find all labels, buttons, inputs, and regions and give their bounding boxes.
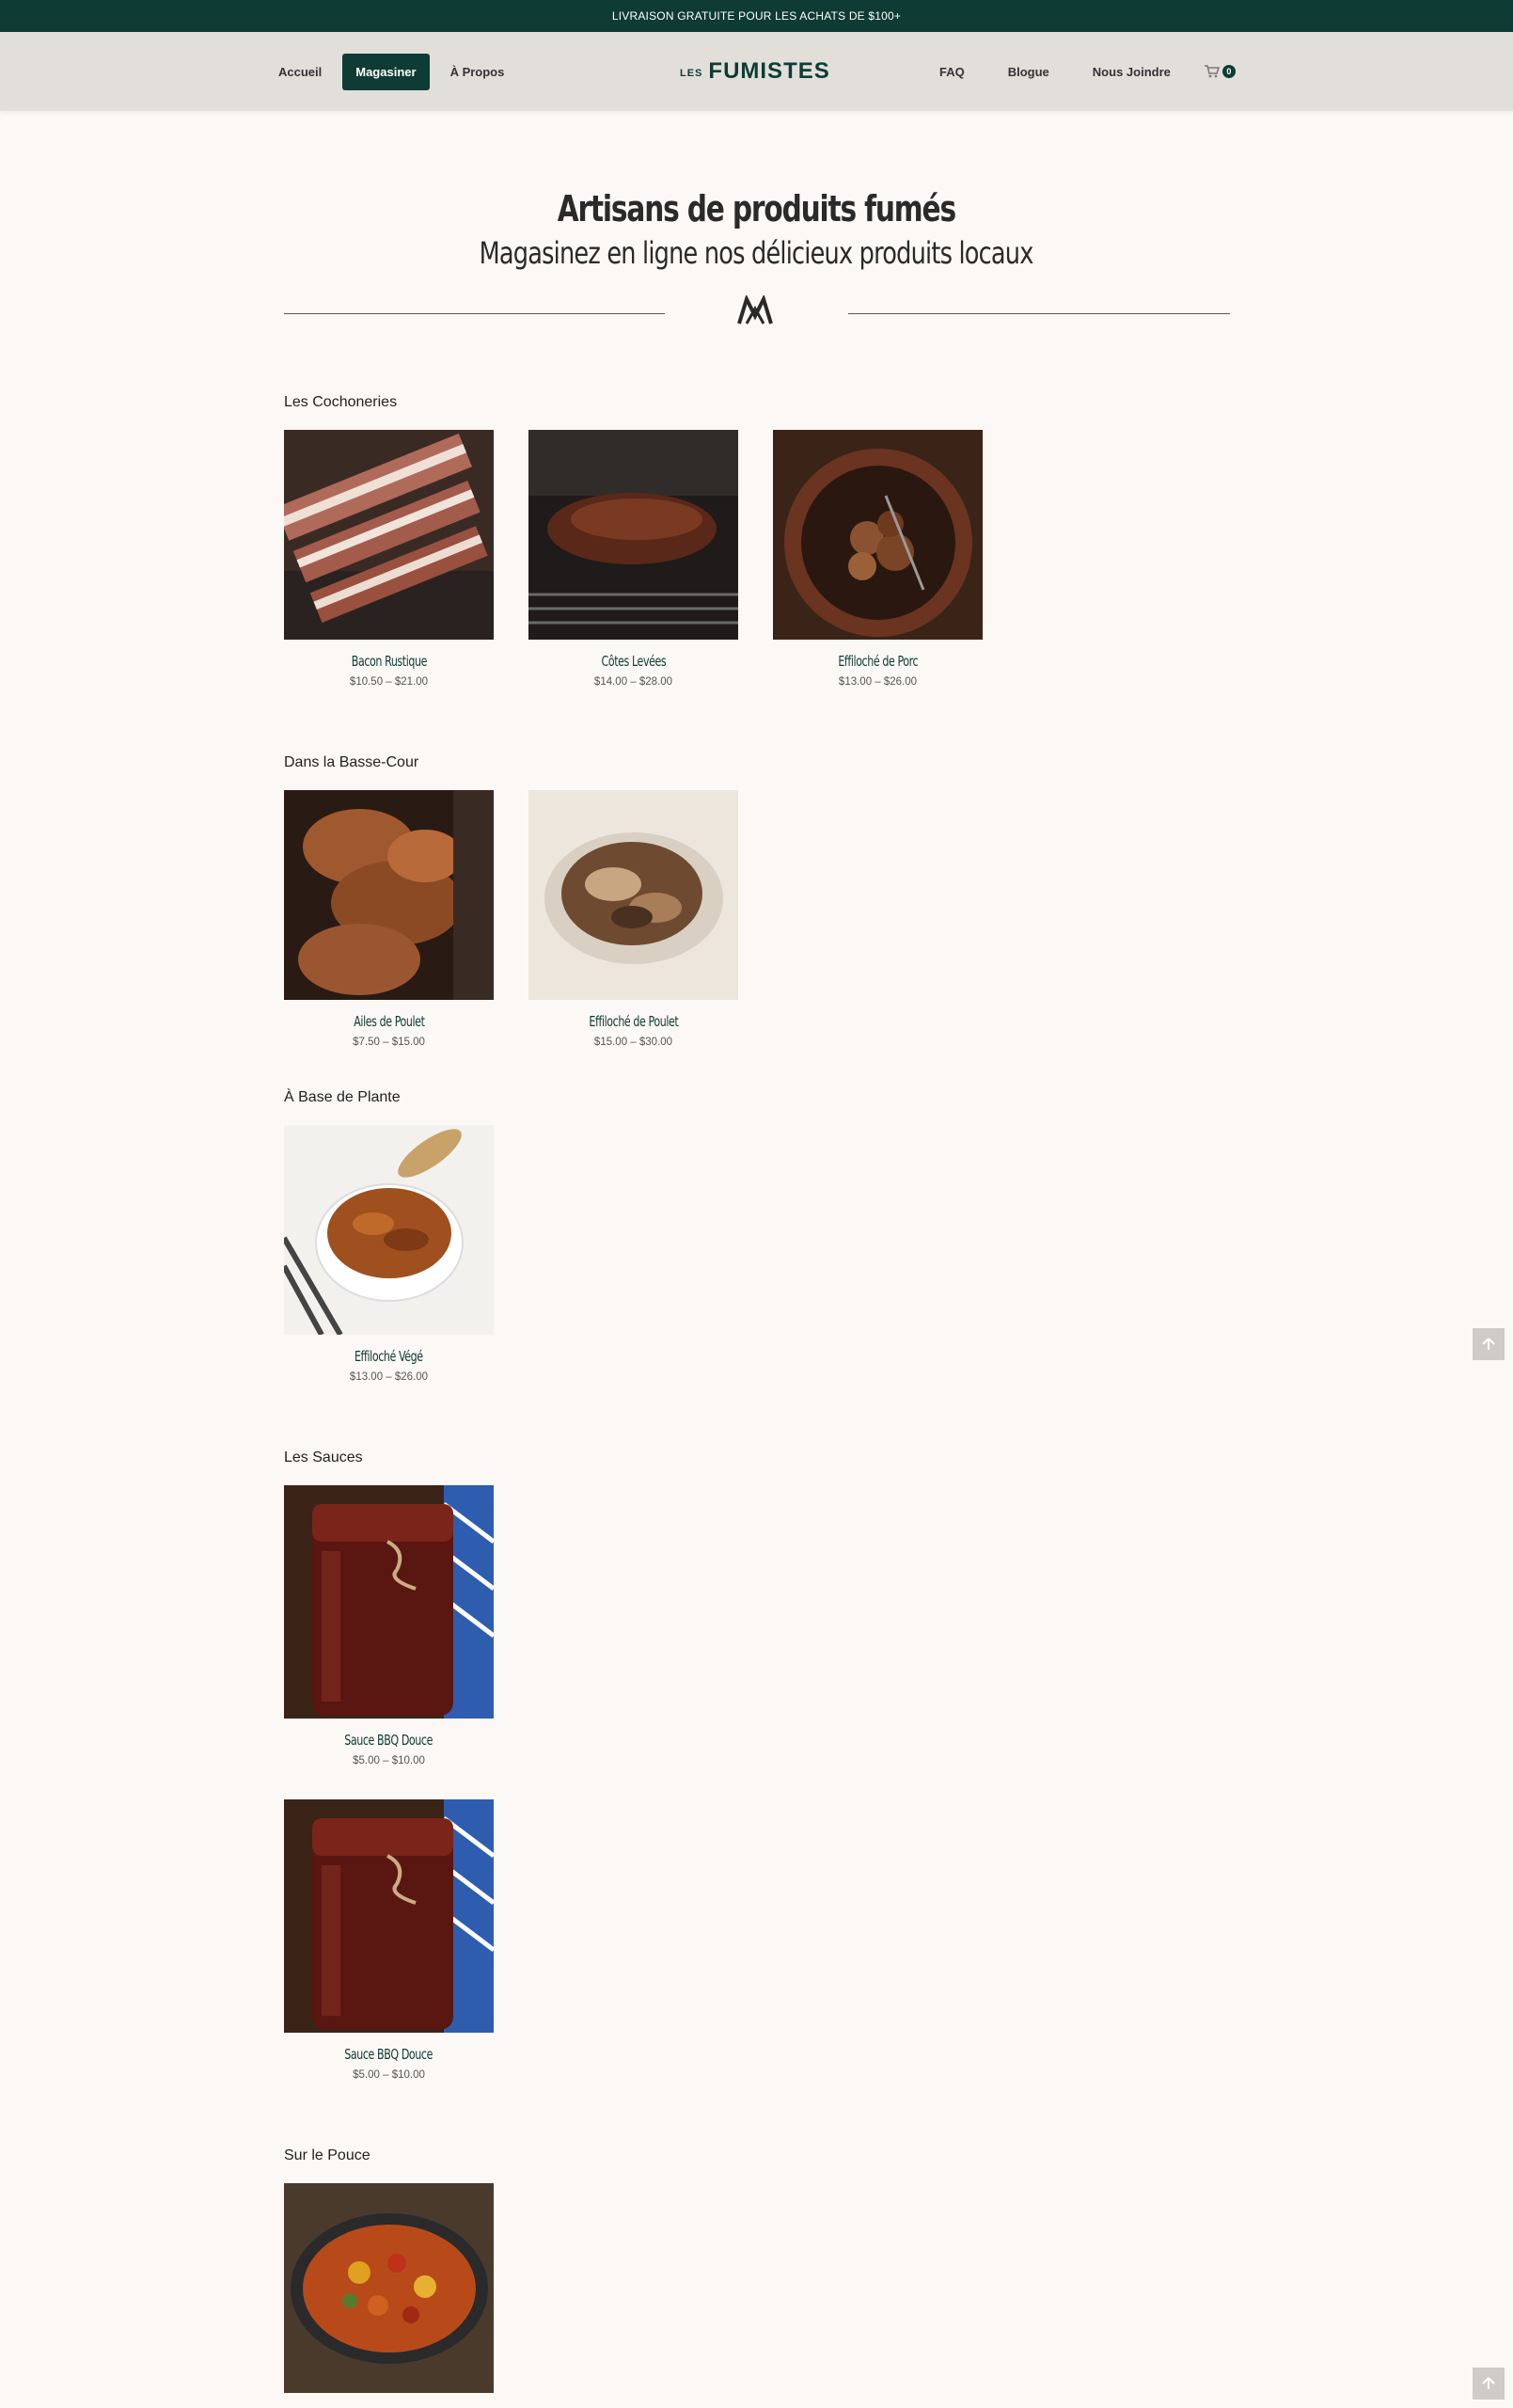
- product-price: $13.00 – $26.00: [838, 676, 918, 688]
- arrow-up-icon: [1482, 1338, 1495, 1350]
- product-card[interactable]: Sauce BBQ Douce $5.00 – $10.00: [284, 1799, 494, 2081]
- product-image[interactable]: [284, 1125, 494, 1335]
- product-price: $7.50 – $15.00: [353, 1037, 425, 1048]
- product-card[interactable]: Bacon Rustique $10.50 – $21.00: [284, 430, 494, 688]
- scroll-top-button[interactable]: [1473, 1328, 1505, 1360]
- product-price: $13.00 – $26.00: [349, 1371, 429, 1383]
- logo-main-text: FUMISTES: [708, 58, 830, 84]
- product-name[interactable]: Côtes Levées: [601, 653, 666, 670]
- scroll-top-button-bottom[interactable]: [1473, 2368, 1505, 2400]
- product-name[interactable]: Effiloché de Porc: [838, 653, 918, 670]
- divider-line-left: [283, 313, 665, 314]
- section-title: Les Sauces: [284, 1450, 363, 1465]
- fumistes-mark-icon: [736, 295, 773, 325]
- announcement-text: LIVRAISON GRATUITE POUR LES ACHATS DE $1…: [611, 9, 902, 23]
- section-base-plante: À Base de Plante Effiloché Végé $13.00 –…: [284, 1089, 494, 1383]
- product-name[interactable]: Effiloché Végé: [355, 1348, 423, 1365]
- section-title: Sur le Pouce: [284, 2147, 370, 2163]
- hero: Artisans de produits fumés Magasinez en …: [0, 188, 1513, 335]
- nav-blogue[interactable]: Blogue: [995, 54, 1063, 90]
- product-image[interactable]: [284, 1799, 494, 2033]
- product-card[interactable]: Ailes de Poulet $7.50 – $15.00: [284, 790, 494, 1048]
- product-price: $5.00 – $10.00: [353, 1755, 425, 1766]
- page-subtitle: Magasinez en ligne nos délicieux produit…: [480, 235, 1034, 271]
- logo-small-text: LES: [680, 68, 703, 79]
- product-card[interactable]: Sauce BBQ Douce $5.00 – $10.00: [284, 1485, 494, 1766]
- product-image[interactable]: [284, 2183, 494, 2393]
- product-image[interactable]: [284, 790, 494, 1000]
- section-title: Dans la Basse-Cour: [284, 754, 419, 770]
- section-sur-le-pouce: Sur le Pouce: [284, 2147, 494, 2393]
- product-card[interactable]: Effiloché de Poulet $15.00 – $30.00: [528, 790, 738, 1048]
- product-image[interactable]: [284, 430, 494, 640]
- product-price: $14.00 – $28.00: [593, 676, 673, 688]
- section-title: À Base de Plante: [284, 1089, 401, 1105]
- divider-line-right: [847, 313, 1230, 314]
- nav-faq[interactable]: FAQ: [926, 54, 978, 90]
- product-card[interactable]: Effiloché de Porc $13.00 – $26.00: [773, 430, 983, 688]
- product-image[interactable]: [528, 790, 738, 1000]
- product-card[interactable]: Côtes Levées $14.00 – $28.00: [528, 430, 738, 688]
- section-title: Les Cochoneries: [284, 394, 398, 410]
- section-cochoneries: Les Cochoneries Bacon Rustique $10.50 – …: [284, 394, 983, 688]
- section-basse-cour: Dans la Basse-Cour Ailes de Poulet $7.50…: [284, 754, 738, 1048]
- product-image[interactable]: [284, 1485, 494, 1719]
- product-name[interactable]: Ailes de Poulet: [354, 1013, 425, 1030]
- product-name[interactable]: Bacon Rustique: [351, 653, 427, 670]
- product-card[interactable]: [284, 2183, 494, 2393]
- hero-divider: [283, 288, 1230, 335]
- page-title: Artisans de produits fumés: [557, 188, 956, 230]
- nav-nous-joindre[interactable]: Nous Joindre: [1080, 54, 1184, 90]
- nav-right: FAQ Blogue Nous Joindre 0: [926, 32, 1236, 111]
- product-price: $10.50 – $21.00: [349, 676, 429, 688]
- cart-icon: [1204, 65, 1220, 78]
- site-logo[interactable]: LES FUMISTES: [680, 32, 830, 111]
- nav-magasiner[interactable]: Magasiner: [342, 53, 430, 90]
- product-name[interactable]: Effiloché de Poulet: [589, 1013, 678, 1030]
- product-card[interactable]: Effiloché Végé $13.00 – $26.00: [284, 1125, 494, 1383]
- nav-accueil[interactable]: Accueil: [265, 54, 335, 90]
- product-name[interactable]: Sauce BBQ Douce: [345, 2046, 433, 2063]
- nav-left: Accueil Magasiner À Propos: [265, 32, 525, 111]
- section-sauces: Les Sauces Sauce BBQ Douce $5.00 – $10.0…: [284, 1450, 494, 2081]
- cart-count-badge: 0: [1221, 65, 1236, 78]
- nav-a-propos[interactable]: À Propos: [437, 54, 518, 90]
- arrow-up-icon: [1482, 2377, 1495, 2389]
- announcement-bar: LIVRAISON GRATUITE POUR LES ACHATS DE $1…: [0, 0, 1513, 32]
- product-name[interactable]: Sauce BBQ Douce: [345, 1732, 433, 1749]
- site-header: Accueil Magasiner À Propos LES FUMISTES …: [0, 32, 1513, 111]
- product-image[interactable]: [528, 430, 738, 640]
- product-image[interactable]: [773, 430, 983, 640]
- cart-button[interactable]: 0: [1204, 65, 1236, 78]
- product-price: $5.00 – $10.00: [353, 2069, 425, 2081]
- product-price: $15.00 – $30.00: [593, 1037, 673, 1048]
